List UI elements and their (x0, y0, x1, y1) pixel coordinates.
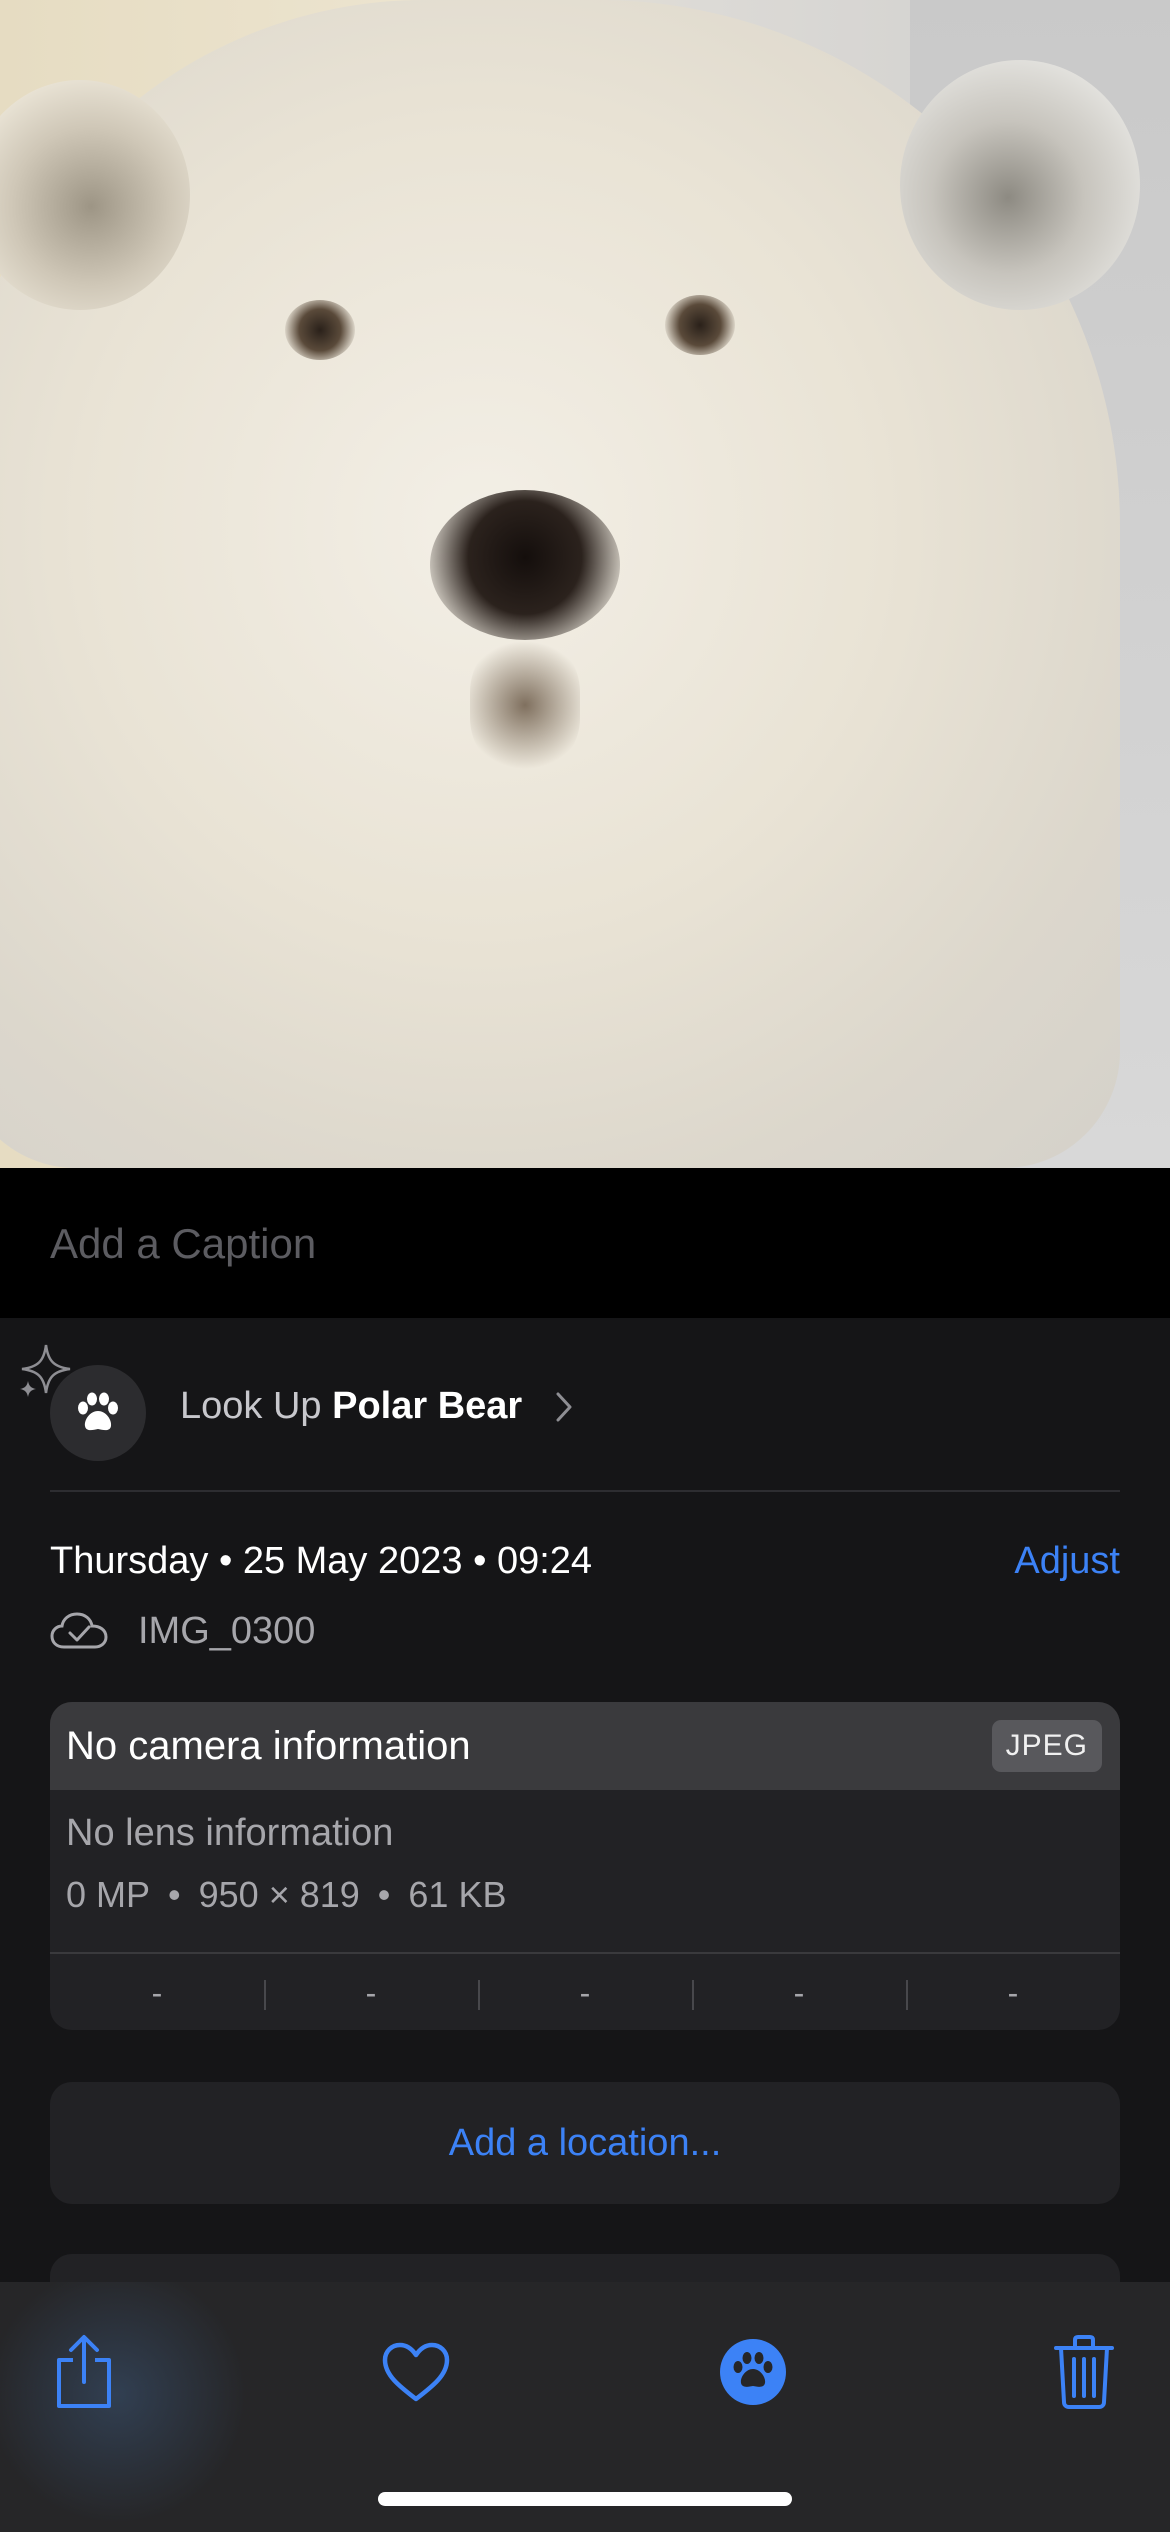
icloud-check-icon (50, 1612, 108, 1649)
bear-eye-right (665, 295, 735, 355)
exif-stats-row: - - - - - (50, 1952, 1120, 2030)
photo[interactable] (0, 0, 1170, 1168)
filename: IMG_0300 (138, 1609, 316, 1652)
exif-stat: - (906, 1954, 1120, 2030)
resolution: 950 × 819 (198, 1874, 360, 1915)
exif-stat: - (151, 1975, 163, 2011)
image-specs: 0 MP • 950 × 819 • 61 KB (66, 1874, 507, 1915)
bear-eye-left (285, 300, 355, 360)
bear-mouth (470, 640, 580, 770)
adjust-button[interactable]: Adjust (1014, 1540, 1120, 1583)
caption-placeholder: Add a Caption (50, 1220, 317, 1267)
lens-info: No lens information (66, 1812, 394, 1854)
trash-icon (1054, 2335, 1114, 2409)
info-button[interactable] (703, 2322, 803, 2422)
lookup-prefix: Look Up (180, 1385, 322, 1427)
exif-stat: - (264, 1954, 478, 2030)
add-location-label: Add a location... (448, 2121, 722, 2164)
format-badge: JPEG (991, 1720, 1102, 1772)
paw-icon (78, 1392, 118, 1431)
share-button[interactable] (34, 2322, 134, 2422)
bear-nose (430, 490, 620, 640)
photo-datetime: Thursday • 25 May 2023 • 09:24 (50, 1540, 593, 1582)
home-indicator[interactable] (378, 2492, 792, 2506)
camera-title: No camera information (66, 1724, 471, 1768)
exif-stat: - (478, 1954, 692, 2030)
paw-badge (50, 1365, 146, 1461)
exif-stat: - (692, 1954, 906, 2030)
lookup-subject: Polar Bear (332, 1385, 523, 1427)
bear-ear-right (900, 60, 1140, 310)
share-icon (57, 2335, 111, 2408)
add-location-button[interactable]: Add a location... (50, 2082, 1120, 2204)
lookup-label: Look Up Polar Bear (180, 1385, 522, 1428)
camera-info-card: No camera information JPEG No lens infor… (50, 1702, 1120, 2030)
paw-info-icon (720, 2339, 786, 2405)
megapixels: 0 MP (66, 1874, 151, 1915)
favorite-button[interactable] (366, 2322, 466, 2422)
delete-button[interactable] (1034, 2322, 1134, 2422)
caption-field[interactable]: Add a Caption (0, 1168, 1170, 1318)
chevron-right-icon (556, 1392, 572, 1422)
file-size: 61 KB (408, 1874, 507, 1915)
filename-row: IMG_0300 (50, 1605, 315, 1657)
visual-lookup-row[interactable]: Look Up Polar Bear (20, 1344, 1120, 1492)
camera-header: No camera information JPEG (50, 1702, 1120, 1790)
heart-icon (382, 2342, 450, 2402)
